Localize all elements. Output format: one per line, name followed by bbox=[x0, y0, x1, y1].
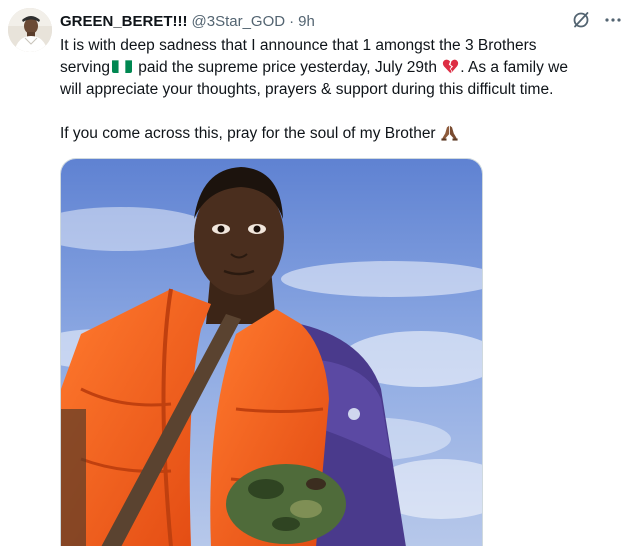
tweet-header-actions bbox=[569, 8, 625, 32]
tweet-text: It is with deep sadness that I announce … bbox=[60, 35, 625, 145]
tweet-text-line: will appreciate your thoughts, prayers &… bbox=[60, 81, 554, 98]
praying-hands-icon bbox=[441, 124, 458, 141]
broken-heart-icon bbox=[442, 58, 459, 75]
nigeria-flag-icon bbox=[111, 59, 132, 73]
tweet-text-fragment: paid the supreme price yesterday, July 2… bbox=[133, 59, 442, 76]
paragraph-break bbox=[60, 101, 625, 123]
avatar-image bbox=[8, 8, 52, 52]
tweet-text-fragment: . As a family we bbox=[460, 59, 568, 76]
photo-image bbox=[61, 159, 482, 546]
tweet-media-photo[interactable] bbox=[60, 158, 483, 546]
tweet-text-fragment: serving bbox=[60, 59, 110, 76]
tweet-text-line: If you come across this, pray for the so… bbox=[60, 123, 625, 145]
tweet-text-fragment: If you come across this, pray for the so… bbox=[60, 125, 440, 142]
separator-dot: · bbox=[289, 12, 295, 30]
tweet-text-line: serving paid the supreme price yesterday… bbox=[60, 57, 625, 79]
tweet-text-line: It is with deep sadness that I announce … bbox=[60, 37, 537, 54]
grok-icon[interactable] bbox=[569, 8, 593, 32]
more-icon[interactable] bbox=[601, 8, 625, 32]
author-display-name[interactable]: GREEN_BERET!!! bbox=[60, 13, 188, 30]
tweet-header: GREEN_BERET!!! @3Star_GOD · 9h bbox=[60, 10, 315, 32]
author-handle[interactable]: @3Star_GOD bbox=[192, 13, 286, 30]
author-avatar[interactable] bbox=[8, 8, 52, 52]
tweet[interactable]: GREEN_BERET!!! @3Star_GOD · 9h It is wit… bbox=[0, 0, 635, 546]
tweet-timestamp[interactable]: 9h bbox=[298, 13, 315, 30]
